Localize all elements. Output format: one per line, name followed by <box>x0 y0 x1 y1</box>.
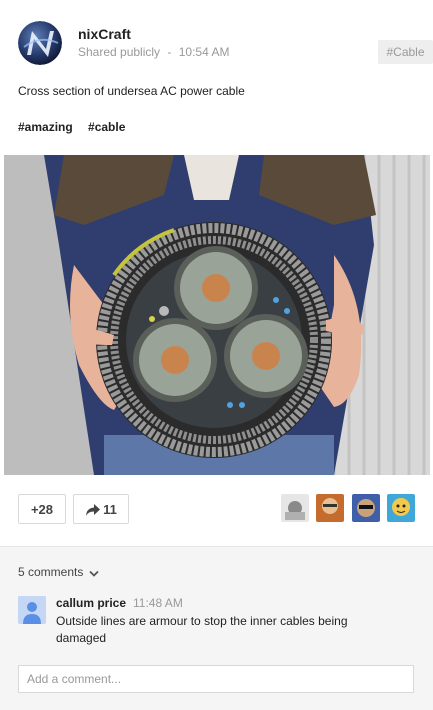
comments-section: 5 comments callum price 11:48 AM Outside… <box>0 546 433 710</box>
comments-count-label: 5 comments <box>18 565 84 579</box>
hashtag-list: #amazing #cable <box>18 120 137 134</box>
post-card: nixCraft Shared publicly - 10:54 AM #Cab… <box>0 0 433 710</box>
meta-separator: - <box>167 45 172 59</box>
plus-one-button[interactable]: +28 <box>18 494 66 524</box>
hashtag-link[interactable]: #amazing <box>18 120 73 134</box>
comments-toggle[interactable]: 5 comments <box>18 565 99 579</box>
post-actions: +28 11 <box>0 494 433 526</box>
cable-photo-image <box>4 155 430 475</box>
post-time[interactable]: 10:54 AM <box>179 45 230 59</box>
sharer-avatar[interactable] <box>351 494 380 522</box>
sharer-avatar[interactable] <box>316 494 345 522</box>
commenter-avatar[interactable] <box>18 596 46 624</box>
sharer-avatar[interactable] <box>387 494 415 522</box>
sharer-avatars <box>278 494 415 524</box>
sharer-avatar[interactable] <box>280 494 309 522</box>
chevron-down-icon <box>89 570 99 577</box>
post-photo[interactable] <box>4 155 430 475</box>
person-icon <box>18 596 46 624</box>
comment-text: Outside lines are armour to stop the inn… <box>56 614 348 645</box>
post-header: nixCraft Shared publicly - 10:54 AM #Cab… <box>0 0 433 70</box>
share-button[interactable]: 11 <box>73 494 129 524</box>
comment-time[interactable]: 11:48 AM <box>133 596 183 610</box>
share-count: 11 <box>103 502 117 517</box>
share-arrow-icon <box>86 504 101 516</box>
post-text: Cross section of undersea AC power cable <box>18 84 245 98</box>
comment-input[interactable]: Add a comment... <box>18 665 414 693</box>
hashtag-link[interactable]: #cable <box>88 120 125 134</box>
author-avatar[interactable] <box>18 21 62 65</box>
author-name[interactable]: nixCraft <box>78 26 131 42</box>
post-meta: Shared publicly - 10:54 AM <box>78 45 233 59</box>
tag-chip[interactable]: #Cable <box>378 40 433 64</box>
visibility-label[interactable]: Shared publicly <box>78 45 160 59</box>
comment-author[interactable]: callum price <box>56 596 126 610</box>
